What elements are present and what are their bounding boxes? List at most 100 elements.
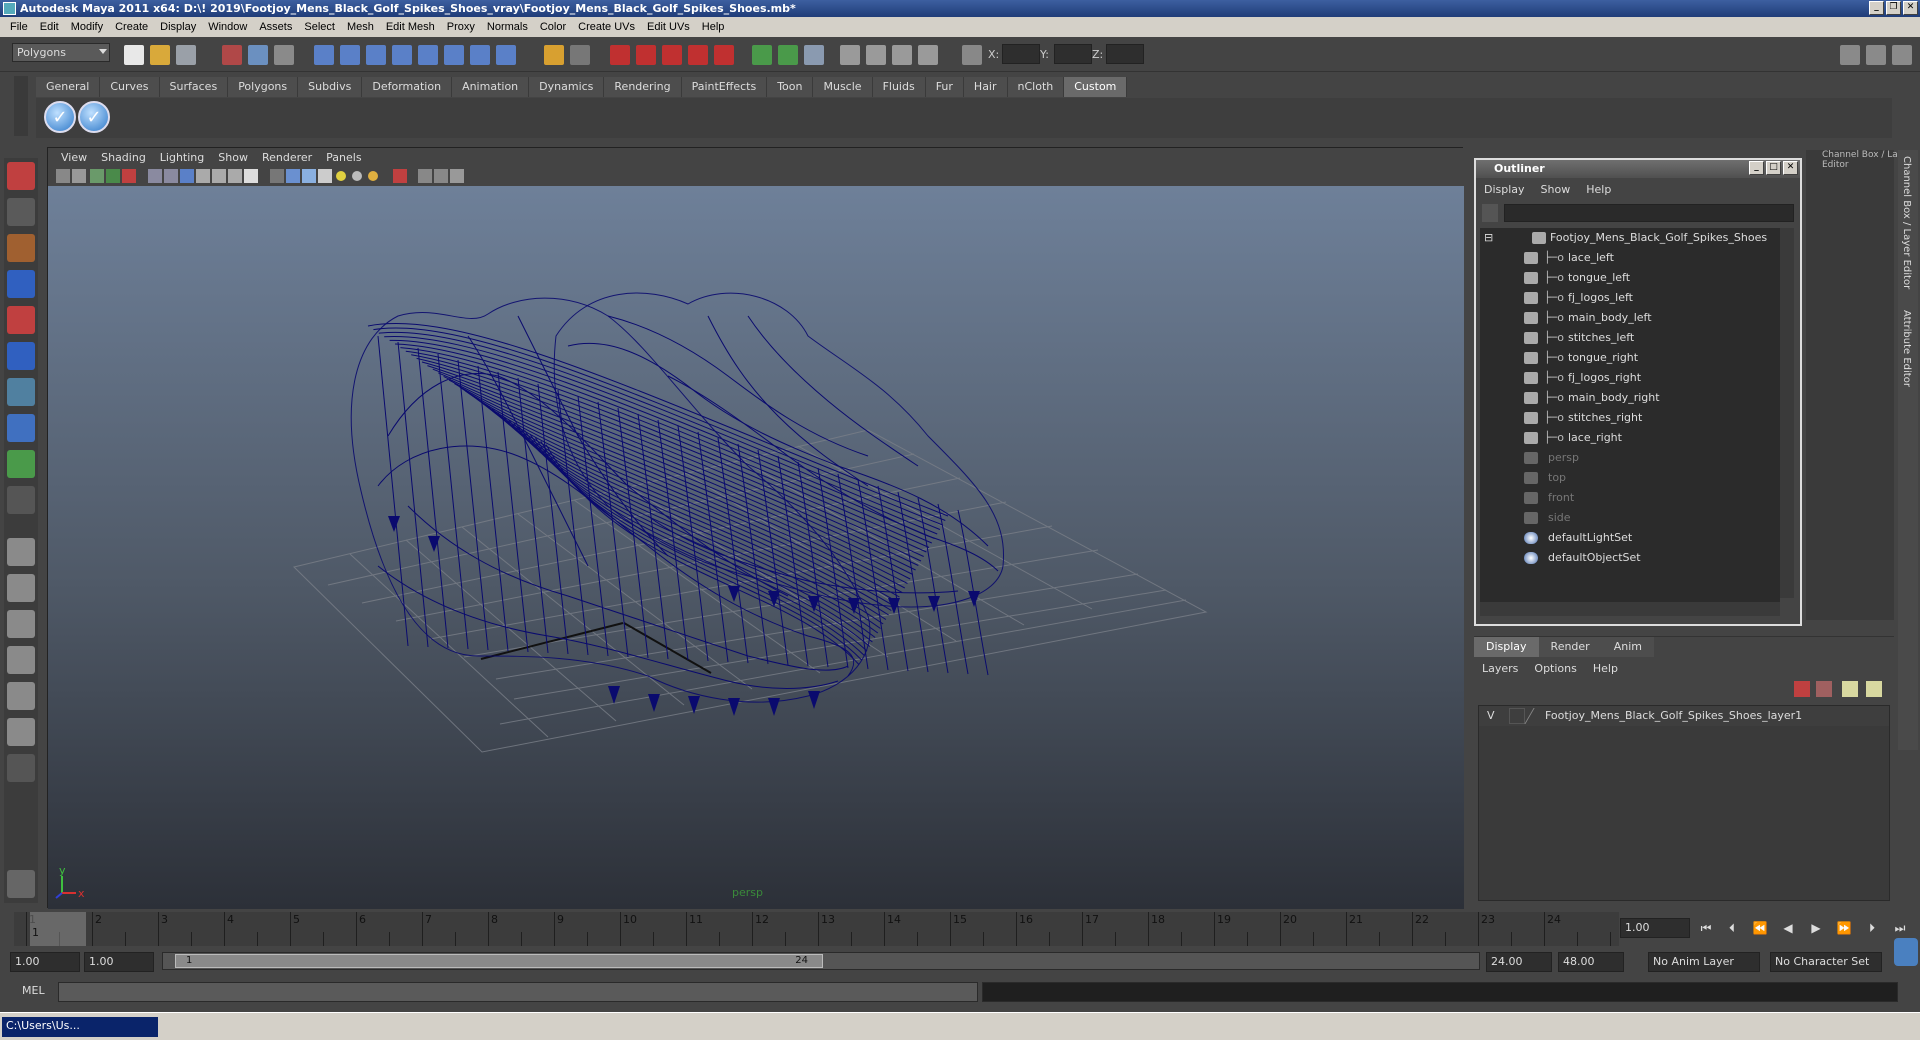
show-manipulator-icon[interactable] bbox=[7, 450, 35, 478]
layer-row[interactable]: V Footjoy_Mens_Black_Golf_Spikes_Shoes_l… bbox=[1479, 706, 1889, 726]
menu-assets[interactable]: Assets bbox=[253, 21, 298, 33]
menu-help[interactable]: Help bbox=[696, 21, 731, 33]
command-input[interactable] bbox=[58, 982, 978, 1002]
outliner-search-input[interactable] bbox=[1504, 204, 1794, 222]
playback-start-field[interactable]: 1.00 bbox=[84, 952, 154, 972]
select-tool-icon[interactable] bbox=[7, 162, 35, 190]
snap-surface-icon[interactable] bbox=[418, 45, 438, 65]
outliner-item[interactable]: defaultObjectSet bbox=[1480, 548, 1780, 568]
viewport-canvas[interactable]: y x persp bbox=[48, 186, 1464, 909]
start-time-field[interactable]: 1.00 bbox=[10, 952, 80, 972]
toggle-channel-box-icon[interactable] bbox=[1892, 45, 1912, 65]
last-tool-icon[interactable] bbox=[7, 486, 35, 514]
single-perspective-layout-icon[interactable] bbox=[7, 538, 35, 566]
anim-layer-dropdown[interactable]: No Anim Layer bbox=[1648, 952, 1760, 972]
outliner-item[interactable]: persp bbox=[1480, 448, 1780, 468]
range-slider[interactable]: 1 24 bbox=[162, 952, 1480, 970]
menu-modify[interactable]: Modify bbox=[65, 21, 109, 33]
tab-subdivs[interactable]: Subdivs bbox=[298, 77, 363, 97]
input-line-icon[interactable] bbox=[752, 45, 772, 65]
render-settings-icon[interactable] bbox=[662, 45, 682, 65]
construction-history-icon[interactable] bbox=[570, 45, 590, 65]
menu-select[interactable]: Select bbox=[298, 21, 341, 33]
current-frame-field[interactable]: 1.00 bbox=[1620, 918, 1690, 938]
viewport-menu-lighting[interactable]: Lighting bbox=[153, 151, 211, 164]
menu-create[interactable]: Create bbox=[109, 21, 154, 33]
new-layer-icon[interactable] bbox=[1794, 681, 1810, 697]
outliner-maximize-icon[interactable]: □ bbox=[1766, 161, 1781, 175]
menu-normals[interactable]: Normals bbox=[481, 21, 534, 33]
x-field[interactable] bbox=[1002, 44, 1040, 64]
go-to-start-icon[interactable]: ⏮ bbox=[1696, 921, 1716, 937]
menuset-dropdown[interactable]: Polygons bbox=[12, 43, 110, 62]
layer-template-toggle[interactable] bbox=[1509, 708, 1525, 724]
expand-collapse-icon[interactable]: ⊟ bbox=[1484, 228, 1493, 248]
step-forward-frame-icon[interactable]: ⏵ bbox=[1862, 921, 1882, 937]
menu-create-uvs[interactable]: Create UVs bbox=[572, 21, 641, 33]
outliner-item[interactable]: tongue_right ├─o bbox=[1480, 348, 1780, 368]
outliner-vertical-scrollbar[interactable] bbox=[1780, 228, 1794, 598]
hypershade-icon[interactable] bbox=[688, 45, 708, 65]
tab-anim-layers[interactable]: Anim bbox=[1601, 637, 1654, 657]
character-set-dropdown[interactable]: No Character Set bbox=[1770, 952, 1882, 972]
menu-edit[interactable]: Edit bbox=[34, 21, 65, 33]
layer-menu-help[interactable]: Help bbox=[1585, 662, 1626, 675]
outliner-item[interactable]: stitches_left ├─o bbox=[1480, 328, 1780, 348]
outliner-list[interactable]: ⊟ Footjoy_Mens_Black_Golf_Spikes_Shoeslac… bbox=[1480, 228, 1780, 608]
sculpt-icon[interactable] bbox=[840, 45, 860, 65]
tab-dynamics[interactable]: Dynamics bbox=[529, 77, 605, 97]
move-tool-icon[interactable] bbox=[7, 270, 35, 298]
scale-tool-icon[interactable] bbox=[7, 342, 35, 370]
outliner-menu-display[interactable]: Display bbox=[1476, 183, 1533, 196]
outliner-item[interactable]: defaultLightSet bbox=[1480, 528, 1780, 548]
custom-shelf-check-icon[interactable]: ✓ bbox=[44, 101, 76, 133]
ipr-render-icon[interactable] bbox=[636, 45, 656, 65]
menu-file[interactable]: File bbox=[4, 21, 34, 33]
tab-surfaces[interactable]: Surfaces bbox=[159, 77, 229, 97]
outliner-item[interactable]: main_body_right ├─o bbox=[1480, 388, 1780, 408]
play-backward-icon[interactable]: ◀ bbox=[1778, 921, 1798, 937]
outliner-menu-show[interactable]: Show bbox=[1533, 183, 1579, 196]
tab-rendering[interactable]: Rendering bbox=[604, 77, 682, 97]
menu-edit-uvs[interactable]: Edit UVs bbox=[641, 21, 696, 33]
viewport-menu-shading[interactable]: Shading bbox=[94, 151, 153, 164]
toggle-tool-settings-icon[interactable] bbox=[1866, 45, 1886, 65]
tab-animation[interactable]: Animation bbox=[452, 77, 530, 97]
viewport-menu-renderer[interactable]: Renderer bbox=[255, 151, 319, 164]
tab-fur[interactable]: Fur bbox=[925, 77, 964, 97]
outliner-menu-help[interactable]: Help bbox=[1578, 183, 1619, 196]
tab-toon[interactable]: Toon bbox=[767, 77, 814, 97]
snap-view-icon[interactable] bbox=[470, 45, 490, 65]
outliner-horizontal-scrollbar[interactable] bbox=[1480, 602, 1780, 616]
minimized-script-window[interactable]: C:\Users\Us... bbox=[2, 1017, 158, 1037]
outliner-close-icon[interactable]: ✕ bbox=[1783, 161, 1798, 175]
tab-ncloth[interactable]: nCloth bbox=[1007, 77, 1065, 97]
snap-plane-icon[interactable] bbox=[392, 45, 412, 65]
snap-point-icon[interactable] bbox=[366, 45, 386, 65]
transform-field-icon[interactable] bbox=[962, 45, 982, 65]
viewport-menu-view[interactable]: View bbox=[54, 151, 94, 164]
help-query-icon[interactable] bbox=[496, 45, 516, 65]
four-view-layout-icon[interactable] bbox=[7, 574, 35, 602]
universal-manipulator-icon[interactable] bbox=[7, 378, 35, 406]
layer-move-up-icon[interactable] bbox=[1842, 681, 1858, 697]
outliner-item[interactable]: fj_logos_left ├─o bbox=[1480, 288, 1780, 308]
step-back-frame-icon[interactable]: ⏴ bbox=[1722, 921, 1742, 937]
new-scene-icon[interactable] bbox=[124, 45, 144, 65]
time-slider[interactable]: 1 2 3 4 5 6 7 8 9 10 11 12 13 14 15 16 17 18 19 20 21 22 23 24 bbox=[14, 912, 1619, 946]
lasso-tool-icon[interactable] bbox=[7, 198, 35, 226]
new-layer-selected-icon[interactable] bbox=[1816, 681, 1832, 697]
outliner-item[interactable]: ⊟ Footjoy_Mens_Black_Golf_Spikes_Shoes bbox=[1480, 228, 1780, 248]
snap-grid-icon[interactable] bbox=[314, 45, 334, 65]
playback-end-field[interactable]: 24.00 bbox=[1486, 952, 1552, 972]
outliner-item[interactable]: front bbox=[1480, 488, 1780, 508]
tab-fluids[interactable]: Fluids bbox=[872, 77, 926, 97]
persp-graph-outliner-layout-icon[interactable] bbox=[7, 718, 35, 746]
perspective-viewport[interactable]: View Shading Lighting Show Renderer Pane… bbox=[47, 147, 1464, 909]
layout-menu-icon[interactable] bbox=[7, 754, 35, 782]
paint-icon[interactable] bbox=[892, 45, 912, 65]
outliner-item[interactable]: lace_right ├─o bbox=[1480, 428, 1780, 448]
layer-menu-layers[interactable]: Layers bbox=[1474, 662, 1526, 675]
step-forward-key-icon[interactable]: ⏩ bbox=[1834, 921, 1854, 937]
outliner-item[interactable]: fj_logos_right ├─o bbox=[1480, 368, 1780, 388]
